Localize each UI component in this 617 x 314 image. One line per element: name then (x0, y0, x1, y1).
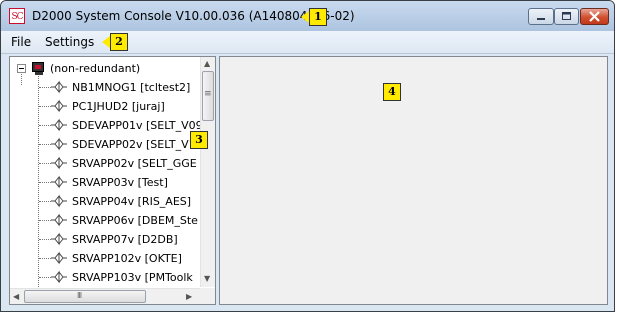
vertical-scroll-thumb[interactable]: ≡ (202, 71, 214, 121)
client-area: (non-redundant) NB1MNOG1 [tcltest2] PC1JH… (7, 54, 610, 309)
tree-node-label: SRVAPP07v [D2DB] (72, 233, 178, 246)
tree-branch-line (39, 258, 51, 259)
tree-root[interactable]: (non-redundant) (10, 59, 200, 78)
minimize-icon (537, 18, 545, 20)
process-node-icon (51, 99, 67, 113)
process-node-icon (51, 175, 67, 189)
collapse-icon[interactable] (17, 64, 26, 73)
tree-node[interactable]: SDEVAPP01v [SELT_V09 (10, 116, 200, 135)
tree-branch-line (39, 220, 51, 221)
close-button[interactable] (580, 8, 609, 25)
marker-1-arrow (301, 11, 309, 23)
tree-node-label: SRVAPP103v [PMToolk (72, 271, 193, 284)
scroll-right-arrow[interactable]: ▶ (186, 292, 192, 301)
tree-node-label: SDEVAPP01v [SELT_V09 (72, 119, 200, 132)
tree-branch-line (39, 87, 51, 88)
computer-icon (32, 62, 44, 75)
process-node-icon (51, 232, 67, 246)
tree-node[interactable]: SRVAPP02v [SELT_GGE (10, 154, 200, 173)
tree-branch-line (39, 106, 51, 107)
scroll-down-arrow[interactable]: ▼ (204, 274, 210, 283)
tree-node-label: SRVAPP06v [DBEM_Ste (72, 214, 198, 227)
title-bar[interactable]: SC D2000 System Console V10.00.036 (A140… (1, 1, 614, 31)
tree-node-label: SRVAPP04v [RIS_AES] (72, 195, 192, 208)
process-node-icon (51, 213, 67, 227)
marker-2: 2 (110, 33, 128, 51)
tree-branch-line (39, 277, 51, 278)
tree-branch-line (39, 144, 51, 145)
vertical-thumb-grip: ≡ (204, 89, 212, 99)
process-node-icon (51, 80, 67, 94)
tree-node[interactable]: SRVAPP07v [D2DB] (10, 230, 200, 249)
tree-node-label: SRVAPP102v [OKTE] (72, 252, 182, 265)
process-node-icon (51, 156, 67, 170)
scroll-left-arrow[interactable]: ◀ (13, 292, 19, 301)
tree-branch-line (39, 163, 51, 164)
tree-view[interactable]: (non-redundant) NB1MNOG1 [tcltest2] PC1JH… (10, 57, 200, 287)
process-node-icon (51, 118, 67, 132)
marker-2-arrow (102, 36, 110, 48)
detail-pane[interactable]: 4 (219, 56, 608, 305)
tree-node-label: SRVAPP02v [SELT_GGE (72, 157, 197, 170)
tree-node-label: NB1MNOG1 [tcltest2] (72, 81, 191, 94)
tree-node[interactable]: NB1MNOG1 [tcltest2] (10, 78, 200, 97)
process-node-icon (51, 251, 67, 265)
tree-pane[interactable]: (non-redundant) NB1MNOG1 [tcltest2] PC1JH… (9, 56, 216, 305)
menu-file[interactable]: File (11, 35, 31, 49)
main-window: SC D2000 System Console V10.00.036 (A140… (0, 0, 615, 312)
menu-settings[interactable]: Settings (45, 35, 94, 49)
tree-node[interactable]: SRVAPP03v [Test] (10, 173, 200, 192)
tree-node[interactable]: PC1JHUD2 [juraj] (10, 97, 200, 116)
process-node-icon (51, 270, 67, 284)
tree-node[interactable]: SRVAPP04v [RIS_AES] (10, 192, 200, 211)
tree-horizontal-scrollbar[interactable]: ◀ III ▶ (10, 288, 200, 304)
tree-root-label: (non-redundant) (50, 62, 141, 75)
maximize-button[interactable] (554, 8, 579, 25)
marker-1: 1 (309, 8, 327, 26)
tree-node-label: SRVAPP03v [Test] (72, 176, 168, 189)
horizontal-scroll-thumb[interactable]: III (24, 290, 146, 303)
menu-bar: File Settings 2 (1, 31, 614, 54)
tree-node[interactable]: SRVAPP06v [DBEM_Ste (10, 211, 200, 230)
tree-vertical-scrollbar[interactable]: ▲ ≡ ▼ (200, 57, 215, 287)
process-node-icon (51, 137, 67, 151)
horizontal-thumb-grip: III (77, 291, 82, 300)
tree-node[interactable]: SDEVAPP02v [SELT_V10 (10, 135, 200, 154)
maximize-icon (562, 12, 571, 20)
scroll-corner (200, 288, 215, 304)
minimize-button[interactable] (528, 8, 554, 25)
scroll-up-arrow[interactable]: ▲ (204, 59, 210, 68)
close-icon (589, 11, 600, 22)
tree-branch-line (39, 182, 51, 183)
tree-node-label: PC1JHUD2 [juraj] (72, 100, 165, 113)
process-node-icon (51, 194, 67, 208)
marker-3: 3 (190, 131, 208, 149)
marker-4: 4 (383, 83, 401, 101)
tree-node[interactable]: SRVAPP102v [OKTE] (10, 249, 200, 268)
app-icon[interactable]: SC (9, 8, 25, 24)
tree-branch-line (39, 239, 51, 240)
tree-node[interactable]: SRVAPP103v [PMToolk (10, 268, 200, 287)
tree-node-label: SDEVAPP02v [SELT_V10 (72, 138, 200, 151)
tree-branch-line (39, 125, 51, 126)
tree-branch-line (39, 201, 51, 202)
